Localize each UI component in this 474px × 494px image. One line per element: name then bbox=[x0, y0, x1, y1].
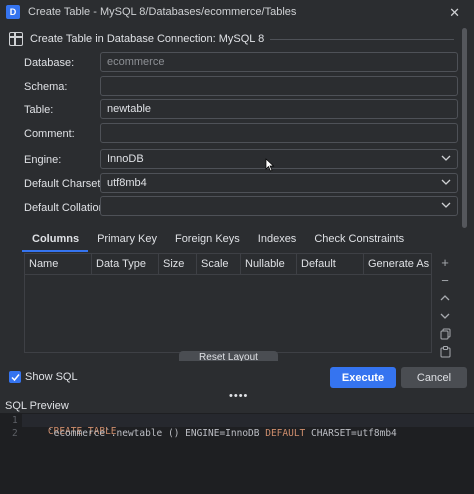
tab-bar: Columns Primary Key Foreign Keys Indexes… bbox=[22, 228, 413, 252]
table-label: Table: bbox=[24, 104, 54, 116]
line-number: 1 bbox=[12, 415, 18, 426]
database-value: ecommerce bbox=[107, 56, 165, 68]
engine-value: InnoDB bbox=[107, 153, 144, 165]
tab-primary-key[interactable]: Primary Key bbox=[88, 228, 166, 252]
close-icon[interactable]: ✕ bbox=[449, 5, 460, 21]
table-header: Name Data Type Size Scale Nullable Defau… bbox=[25, 254, 431, 275]
dialog-header-text: Create Table in Database Connection: MyS… bbox=[30, 33, 265, 45]
show-sql-label[interactable]: Show SQL bbox=[25, 371, 78, 383]
paste-icon[interactable] bbox=[436, 344, 454, 360]
schema-label: Schema: bbox=[24, 81, 68, 93]
header-divider bbox=[270, 38, 454, 40]
charset-select[interactable]: utf8mb4 bbox=[100, 173, 458, 193]
mouse-cursor-icon bbox=[265, 158, 275, 172]
column-header-size[interactable]: Size bbox=[159, 254, 197, 275]
line-gutter bbox=[0, 413, 22, 494]
table-name-value: newtable bbox=[107, 103, 152, 115]
tab-columns[interactable]: Columns bbox=[22, 228, 89, 252]
title-bar: D Create Table - MySQL 8/Databases/ecomm… bbox=[0, 0, 474, 24]
vertical-scrollbar[interactable] bbox=[462, 28, 467, 228]
copy-icon[interactable] bbox=[436, 326, 454, 342]
move-down-icon[interactable] bbox=[436, 308, 454, 324]
columns-table[interactable]: Name Data Type Size Scale Nullable Defau… bbox=[24, 253, 432, 353]
database-label: Database: bbox=[24, 57, 75, 69]
sql-line-2: `ecommerce`.newtable () ENGINE=InnoDB DE… bbox=[25, 428, 397, 439]
chevron-down-icon[interactable] bbox=[441, 153, 451, 163]
column-header-name[interactable]: Name bbox=[25, 254, 92, 275]
sql-keyword: DEFAULT bbox=[265, 428, 306, 439]
sql-text: CHARSET=utf8mb4 bbox=[305, 428, 397, 439]
database-field: ecommerce bbox=[100, 52, 458, 72]
reset-layout-button[interactable]: Reset Layout bbox=[179, 351, 278, 361]
remove-icon[interactable]: − bbox=[436, 272, 454, 288]
line-number: 2 bbox=[12, 428, 18, 439]
comment-label: Comment: bbox=[24, 128, 75, 140]
cancel-button[interactable]: Cancel bbox=[401, 367, 467, 388]
execute-button[interactable]: Execute bbox=[330, 367, 396, 388]
column-header-data-type[interactable]: Data Type bbox=[92, 254, 159, 275]
tab-check-constraints[interactable]: Check Constraints bbox=[305, 228, 413, 252]
engine-label: Engine: bbox=[24, 154, 62, 166]
move-up-icon[interactable] bbox=[436, 290, 454, 306]
collation-label: Default Collation: bbox=[24, 202, 108, 214]
sql-text: `ecommerce`.newtable () ENGINE=InnoDB bbox=[25, 428, 266, 439]
column-header-nullable[interactable]: Nullable bbox=[241, 254, 297, 275]
sql-preview-editor[interactable]: 1 2 CREATE TABLE `ecommerce`.newtable ()… bbox=[0, 413, 474, 494]
add-icon[interactable]: + bbox=[436, 254, 454, 270]
engine-select[interactable]: InnoDB bbox=[100, 149, 458, 169]
dialog-header: Create Table in Database Connection: MyS… bbox=[0, 28, 474, 50]
chevron-down-icon[interactable] bbox=[441, 177, 451, 187]
splitter-handle[interactable]: •••• bbox=[229, 390, 248, 402]
tab-foreign-keys[interactable]: Foreign Keys bbox=[166, 228, 249, 252]
chevron-down-icon[interactable] bbox=[441, 200, 451, 210]
column-header-scale[interactable]: Scale bbox=[197, 254, 241, 275]
show-sql-checkbox[interactable] bbox=[9, 371, 21, 383]
column-header-default[interactable]: Default bbox=[297, 254, 364, 275]
sql-preview-label: SQL Preview bbox=[5, 400, 69, 412]
charset-label: Default Charset: bbox=[24, 178, 104, 190]
app-icon: D bbox=[6, 5, 20, 19]
schema-field[interactable] bbox=[100, 76, 458, 96]
charset-value: utf8mb4 bbox=[107, 177, 147, 189]
table-icon bbox=[9, 32, 23, 46]
tab-indexes[interactable]: Indexes bbox=[249, 228, 306, 252]
table-name-input[interactable]: newtable bbox=[100, 99, 458, 119]
window-title: Create Table - MySQL 8/Databases/ecommer… bbox=[28, 6, 297, 18]
comment-input[interactable] bbox=[100, 123, 458, 143]
collation-select[interactable] bbox=[100, 196, 458, 216]
grid-toolbar: + − bbox=[436, 254, 454, 362]
column-header-generate-as[interactable]: Generate As bbox=[364, 254, 431, 275]
